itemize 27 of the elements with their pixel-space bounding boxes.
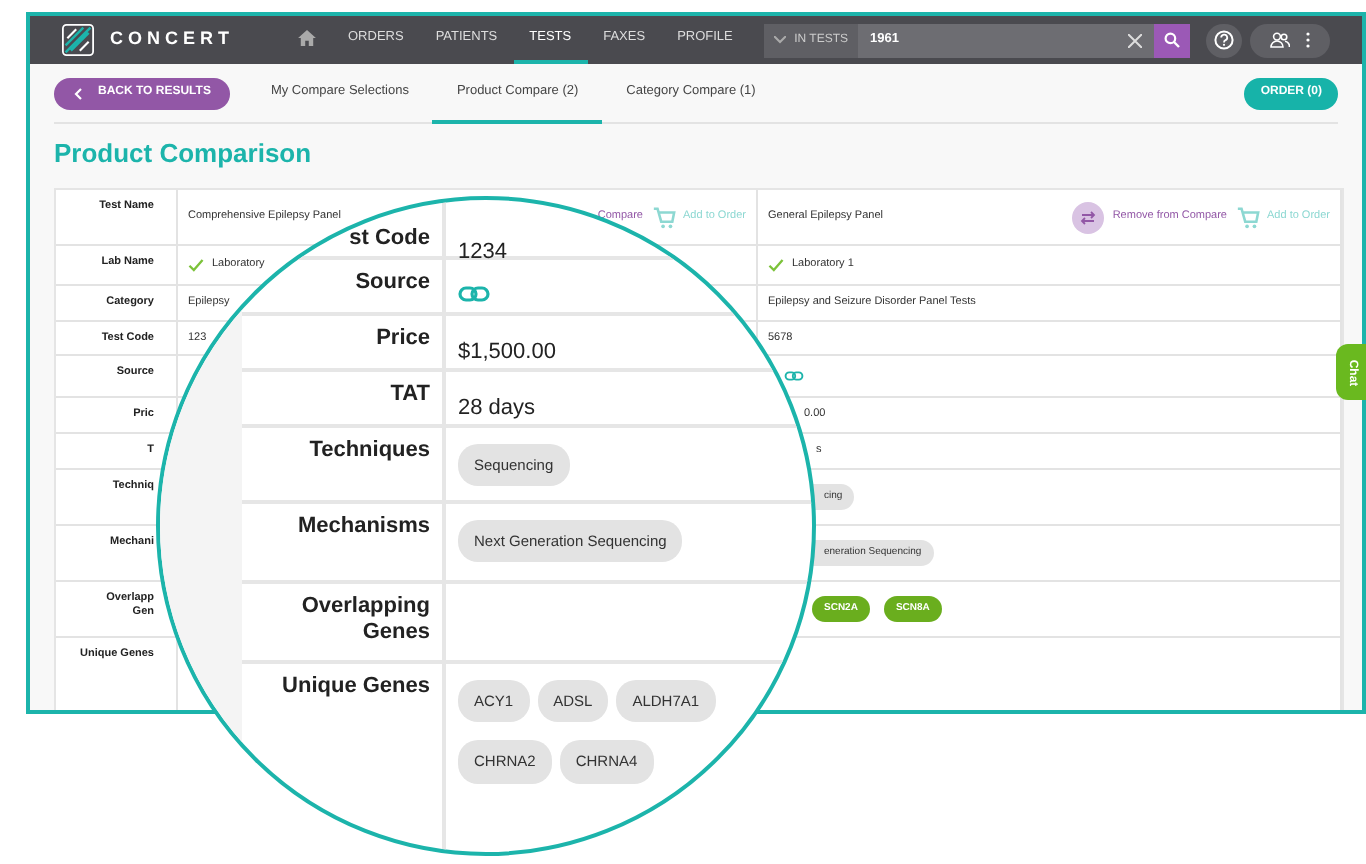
- cell-value: 1234: [458, 240, 507, 264]
- brand-name: CONCERT: [110, 26, 234, 53]
- link-icon[interactable]: [458, 283, 490, 304]
- logo-icon: [62, 24, 94, 56]
- remove-from-compare-icon[interactable]: [1072, 201, 1105, 233]
- help-icon: [1214, 30, 1234, 50]
- row-label: Source: [355, 270, 430, 294]
- row-label: Overlapping Genes: [301, 594, 430, 645]
- caret-icon: [774, 36, 787, 44]
- help-button[interactable]: [1206, 23, 1242, 57]
- home-icon[interactable]: [298, 30, 316, 46]
- close-icon[interactable]: [1128, 33, 1142, 47]
- row-label: Techniques: [309, 438, 430, 462]
- page-title: Product Comparison: [54, 138, 314, 170]
- account-menu-button[interactable]: [1250, 23, 1330, 57]
- row-label: TAT: [390, 382, 430, 406]
- chevron-left-icon: [74, 87, 82, 99]
- link-icon[interactable]: [784, 370, 804, 382]
- row-label: Price: [376, 326, 430, 350]
- search-icon: [1164, 32, 1180, 48]
- row-label: st Code: [349, 226, 430, 250]
- row-label: Mechanisms: [297, 514, 430, 538]
- search-button[interactable]: [1154, 23, 1190, 57]
- cell-value: $1,500.00: [458, 340, 556, 364]
- cell-value: 28 days: [458, 396, 536, 420]
- users-icon: [1270, 32, 1290, 48]
- row-label: Unique Genes: [282, 674, 430, 698]
